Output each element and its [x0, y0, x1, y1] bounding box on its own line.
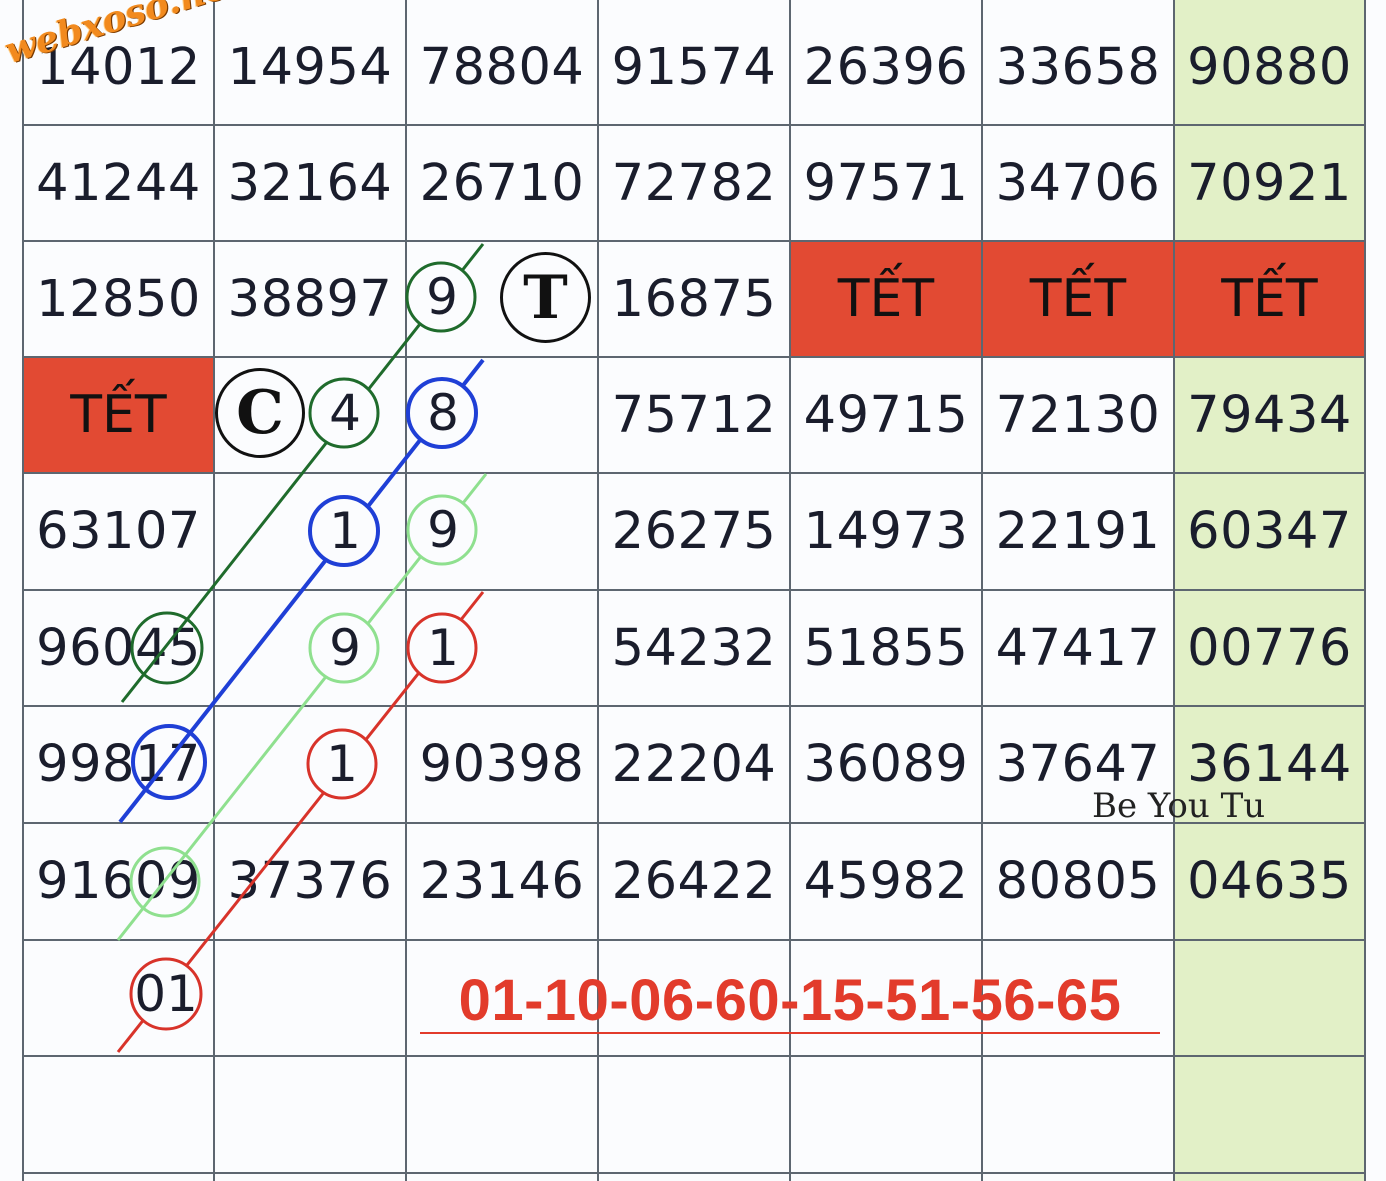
circled-digit: 9	[329, 619, 361, 677]
marker-t: T	[500, 252, 591, 343]
dark-green-circle	[130, 611, 204, 685]
lottery-grid: TẾT TẾT TẾT TẾT 14012 14954 78804 91574 …	[0, 0, 1386, 1181]
circled-digit: 9	[427, 501, 459, 559]
marker-c: C	[215, 368, 305, 458]
result-numbers: 01-10-06-60-15-51-56-65	[420, 968, 1160, 1034]
circled-digit: 4	[329, 384, 361, 442]
signature: Be You Tu	[1092, 786, 1266, 826]
circled-digit: 01	[134, 965, 198, 1023]
circled-digit: 1	[427, 619, 459, 677]
circled-digit: 8	[427, 384, 459, 442]
circled-digit: 1	[326, 735, 358, 793]
circled-digit: 9	[426, 268, 458, 326]
circled-digit: 1	[329, 502, 361, 560]
